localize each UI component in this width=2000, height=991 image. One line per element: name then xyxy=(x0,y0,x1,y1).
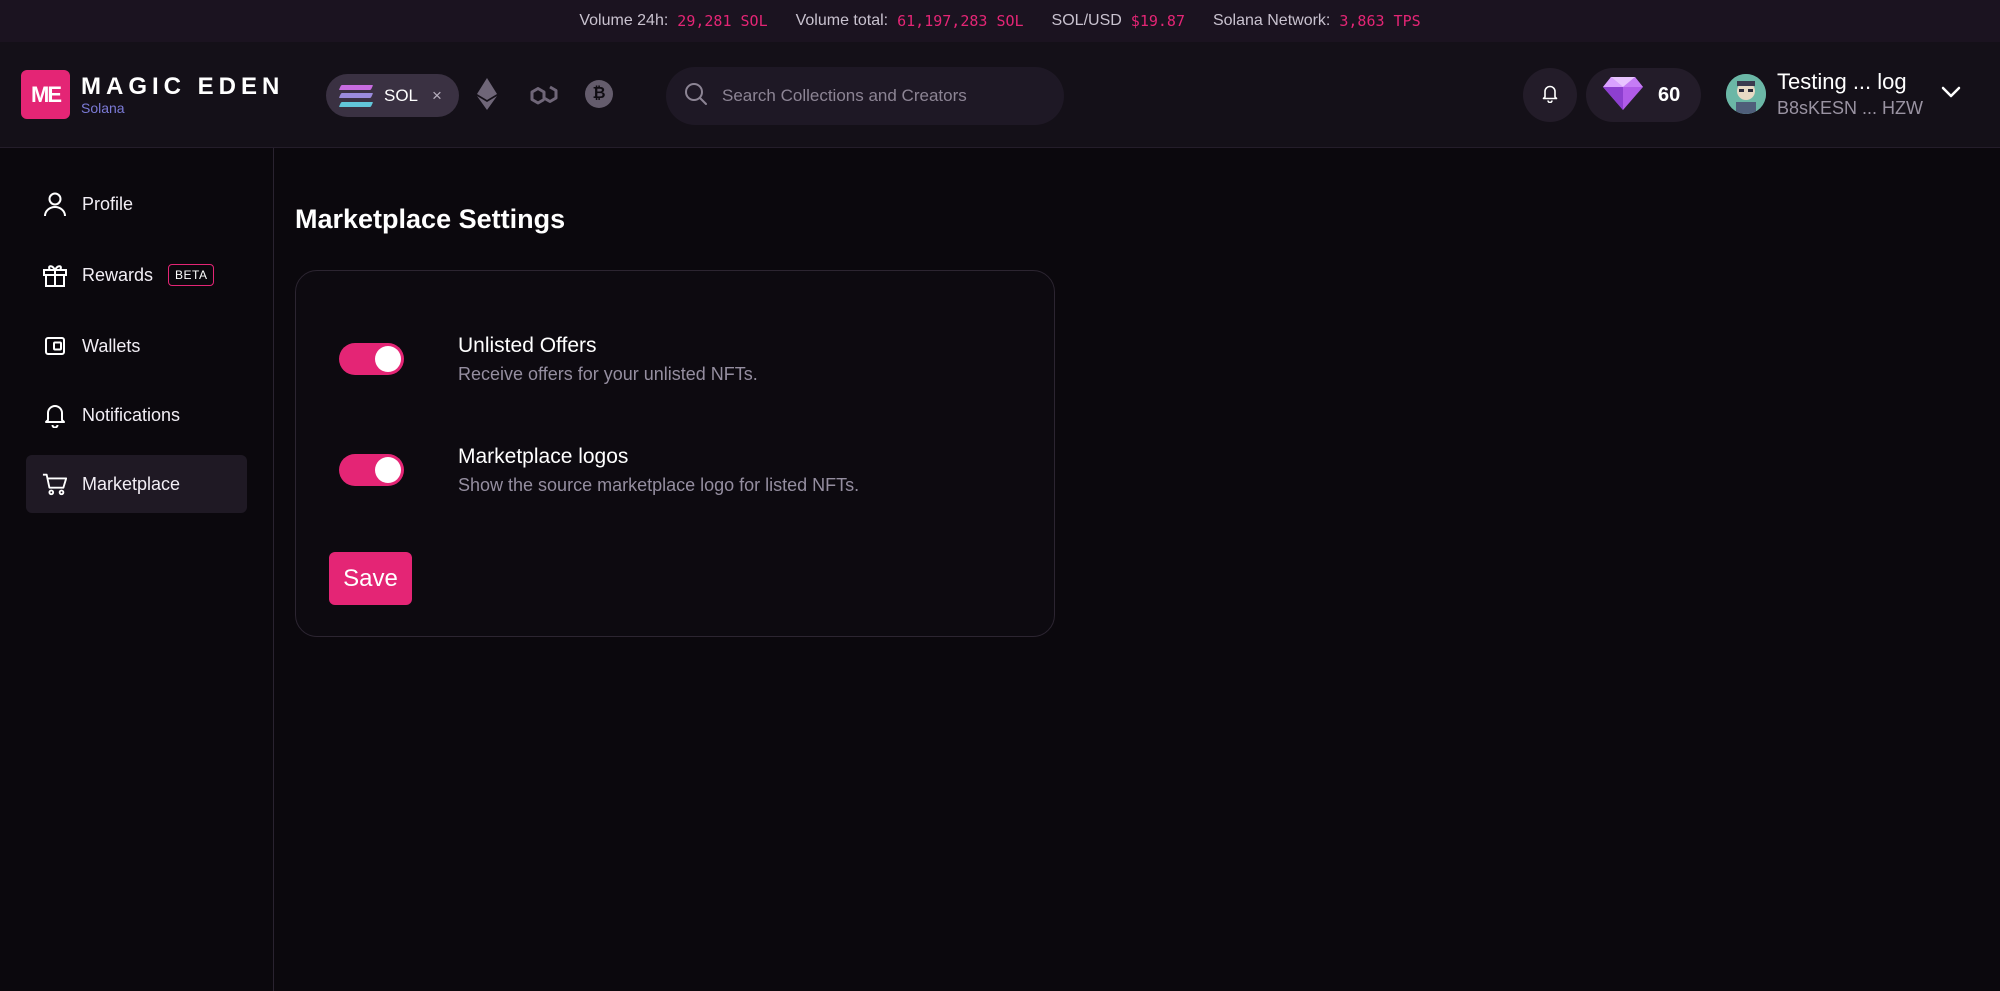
search-input[interactable] xyxy=(722,86,1042,106)
search-icon xyxy=(684,82,708,111)
save-button[interactable]: Save xyxy=(329,552,412,605)
ticker-value: 3,863 TPS xyxy=(1339,12,1421,30)
sidebar-item-profile[interactable]: Profile xyxy=(26,175,247,233)
unlisted-offers-toggle[interactable] xyxy=(339,343,404,375)
ticker-label: Volume total: xyxy=(795,12,889,29)
setting-title: Marketplace logos xyxy=(458,445,629,468)
chain-label: SOL xyxy=(384,85,419,105)
user-icon xyxy=(42,191,68,217)
gift-icon xyxy=(42,262,68,288)
ticker-label: SOL/USD xyxy=(1051,12,1122,29)
stats-ticker: Volume 24h: 29,281 SOL Volume total: 61,… xyxy=(0,0,2000,42)
logo-mark: ME xyxy=(21,70,70,119)
sidebar-item-rewards[interactable]: Rewards BETA xyxy=(26,246,247,304)
ticker-value: 29,281 SOL xyxy=(677,12,768,30)
toggle-knob xyxy=(375,346,401,372)
sidebar-item-label: Notifications xyxy=(82,404,181,425)
setting-title: Unlisted Offers xyxy=(458,334,597,357)
sidebar-item-label: Wallets xyxy=(82,335,141,356)
ticker-sol-usd: SOL/USD $19.87 xyxy=(1052,12,1185,30)
logo-name: MAGIC EDEN xyxy=(81,72,285,100)
avatar xyxy=(1726,74,1766,114)
diamond-icon xyxy=(1602,75,1644,116)
settings-card: Unlisted Offers Receive offers for your … xyxy=(295,270,1055,637)
sidebar-item-label: Rewards xyxy=(82,264,154,285)
ticker-label: Volume 24h: xyxy=(579,12,669,29)
search-bar[interactable] xyxy=(666,67,1064,125)
user-name: Testing ... log xyxy=(1777,69,1907,94)
ethereum-icon[interactable] xyxy=(477,78,497,115)
beta-badge: BETA xyxy=(168,264,215,286)
user-menu[interactable]: Testing ... log B8sKESN ... HZW xyxy=(1726,68,1961,120)
diamonds-balance[interactable]: 60 xyxy=(1586,68,1701,122)
close-icon[interactable]: × xyxy=(432,86,442,106)
ticker-value: 61,197,283 SOL xyxy=(897,12,1024,30)
cart-icon xyxy=(42,471,68,497)
ticker-value: $19.87 xyxy=(1130,12,1185,30)
sidebar-item-marketplace[interactable]: Marketplace xyxy=(26,455,247,513)
user-info: Testing ... log B8sKESN ... HZW xyxy=(1777,68,1923,120)
solana-icon xyxy=(338,84,374,107)
setting-description: Show the source marketplace logo for lis… xyxy=(458,475,860,495)
settings-sidebar: Profile Rewards BETA Wallets Notificatio… xyxy=(0,148,274,991)
setting-description: Receive offers for your unlisted NFTs. xyxy=(458,364,758,384)
page-title: Marketplace Settings xyxy=(295,204,566,234)
polygon-icon[interactable] xyxy=(528,81,560,114)
sidebar-item-label: Profile xyxy=(82,193,134,214)
chain-selector-sol[interactable]: SOL × xyxy=(326,74,459,117)
toggle-knob xyxy=(375,457,401,483)
logo-text: MAGIC EDEN Solana xyxy=(81,72,285,116)
bell-icon xyxy=(42,402,68,428)
ticker-volume-24h: Volume 24h: 29,281 SOL xyxy=(579,12,767,30)
bell-icon xyxy=(1540,83,1560,108)
notifications-button[interactable] xyxy=(1523,68,1577,122)
magic-eden-logo[interactable]: ME MAGIC EDEN Solana xyxy=(21,70,284,119)
ticker-label: Solana Network: xyxy=(1212,12,1331,29)
sidebar-item-notifications[interactable]: Notifications xyxy=(26,386,247,444)
ticker-network-tps: Solana Network: 3,863 TPS xyxy=(1213,12,1421,30)
logo-chain: Solana xyxy=(81,99,125,116)
sidebar-item-wallets[interactable]: Wallets xyxy=(26,317,247,375)
wallet-icon xyxy=(42,333,68,359)
bitcoin-icon[interactable]: ₿ xyxy=(585,80,613,108)
wallet-address: B8sKESN ... HZW xyxy=(1777,98,1924,118)
marketplace-logos-toggle[interactable] xyxy=(339,454,404,486)
ticker-volume-total: Volume total: 61,197,283 SOL xyxy=(796,12,1024,30)
chevron-down-icon[interactable] xyxy=(1941,85,1961,103)
sidebar-item-label: Marketplace xyxy=(82,473,181,494)
diamond-count: 60 xyxy=(1658,83,1681,106)
